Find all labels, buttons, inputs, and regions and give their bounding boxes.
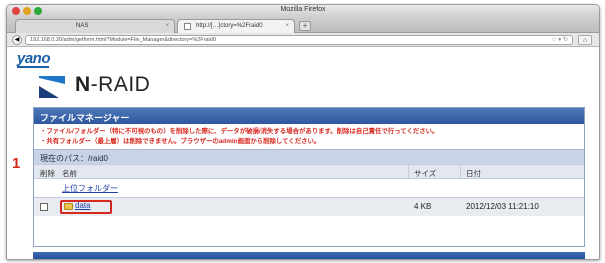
product-name: N-RAID xyxy=(75,73,150,97)
title-bar: Mozilla Firefox xyxy=(7,5,599,17)
bookmark-star-icon[interactable]: ☆ xyxy=(551,37,556,43)
panel-footer-bar xyxy=(33,252,585,259)
folder-link-data[interactable]: data xyxy=(75,201,91,210)
url-bar[interactable]: 192.168.0.20/adm/getform.html?Module=Fil… xyxy=(25,35,573,45)
table-row: 上位フォルダー xyxy=(34,179,584,197)
file-date: 2012/12/03 11:21:10 xyxy=(466,202,539,211)
yano-logo-underline xyxy=(17,66,49,68)
dropdown-chevron-icon[interactable]: ▾ xyxy=(558,37,561,43)
table-row: data 4 KB 2012/12/03 11:21:10 xyxy=(34,197,584,216)
reload-icon[interactable]: ↻ xyxy=(563,37,568,43)
column-divider xyxy=(460,165,461,178)
column-delete: 削除 xyxy=(40,169,55,178)
n-raid-logo-mark-icon xyxy=(39,76,65,98)
window-title: Mozilla Firefox xyxy=(280,6,326,13)
close-tab-icon[interactable]: × xyxy=(165,23,169,29)
tab-file-manager[interactable]: http://[…]ctory=%2Fraid0 × xyxy=(177,19,295,33)
delete-checkbox[interactable] xyxy=(40,203,48,211)
up-folder-link[interactable]: 上位フォルダー xyxy=(62,183,118,194)
product-n: N xyxy=(75,73,91,96)
product-rest: -RAID xyxy=(90,73,151,96)
url-actions: ☆ ▾ ↻ xyxy=(551,36,568,43)
tab-nas-label: NAS xyxy=(76,23,89,29)
folder-icon xyxy=(64,203,73,210)
file-size: 4 KB xyxy=(414,202,432,211)
warning-line-2: ・共有フォルダー（最上層）は削除できません。ブラウザーのadmin画面から削除し… xyxy=(40,137,321,145)
page-content: yano N-RAID ファイルマネージャー ・ファイル/フォルダー（特に不可視… xyxy=(7,48,599,259)
current-path: 現在のパス：/raid0 xyxy=(34,149,584,164)
warning-messages: ・ファイル/フォルダー（特に不可視のもの）を削除した際に、データが破損/消失する… xyxy=(34,124,584,149)
column-date: 日付 xyxy=(466,169,481,178)
navigation-bar: ◀ 192.168.0.20/adm/getform.html?Module=F… xyxy=(7,33,599,47)
yano-logo: yano xyxy=(17,50,51,67)
column-divider xyxy=(408,165,409,178)
url-text: 192.168.0.20/adm/getform.html?Module=Fil… xyxy=(30,37,216,43)
home-button[interactable]: ⌂ xyxy=(578,35,592,45)
new-tab-button[interactable]: + xyxy=(299,21,311,31)
tab-strip: NAS × http://[…]ctory=%2Fraid0 × + xyxy=(7,17,599,33)
tab-nas[interactable]: NAS × xyxy=(15,19,175,33)
browser-window: Mozilla Firefox NAS × http://[…]ctory=%2… xyxy=(6,4,600,260)
file-manager-panel: ファイルマネージャー ・ファイル/フォルダー（特に不可視のもの）を削除した際に、… xyxy=(33,107,585,247)
close-tab-icon[interactable]: × xyxy=(285,23,289,29)
panel-title: ファイルマネージャー xyxy=(34,108,584,124)
back-button[interactable]: ◀ xyxy=(12,35,22,45)
table-header: 削除 名前 サイズ 日付 xyxy=(34,164,584,179)
column-name: 名前 xyxy=(62,169,77,178)
column-size: サイズ xyxy=(414,169,437,178)
page-favicon-icon xyxy=(184,23,191,30)
warning-line-1: ・ファイル/フォルダー（特に不可視のもの）を削除した際に、データが破損/消失する… xyxy=(40,128,439,135)
step-number-callout: 1 xyxy=(12,155,21,172)
tab-file-manager-label: http://[…]ctory=%2Fraid0 xyxy=(196,23,263,29)
